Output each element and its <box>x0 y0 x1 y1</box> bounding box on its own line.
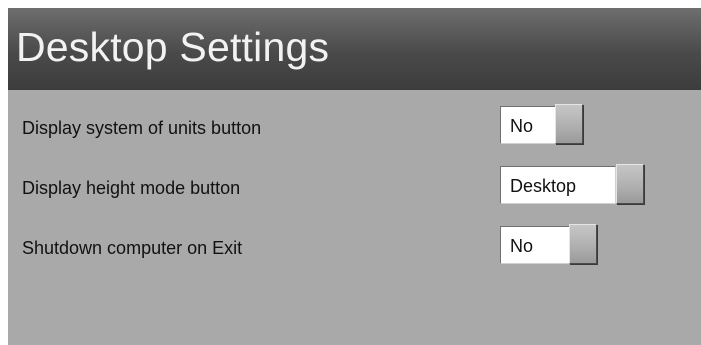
units-button-value-field[interactable]: No <box>500 104 584 144</box>
shutdown-on-exit-value-field[interactable]: No <box>500 224 597 264</box>
page-title: Desktop Settings <box>16 24 330 70</box>
height-mode-toggle[interactable] <box>616 164 644 204</box>
title-bar: Desktop Settings <box>8 8 701 90</box>
shutdown-on-exit-toggle[interactable] <box>569 224 597 264</box>
units-button-value: No <box>510 116 534 136</box>
setting-label-shutdown-on-exit: Shutdown computer on Exit <box>22 238 243 258</box>
setting-row-shutdown-on-exit: Shutdown computer on Exit No <box>8 224 701 266</box>
setting-label-height-mode: Display height mode button <box>22 178 241 198</box>
setting-row-height-mode: Display height mode button Desktop <box>8 164 701 206</box>
setting-row-units-button: Display system of units button No <box>8 104 701 146</box>
units-button-toggle[interactable] <box>555 104 583 144</box>
setting-label-units-button: Display system of units button <box>22 118 262 138</box>
shutdown-on-exit-value: No <box>510 236 534 256</box>
height-mode-value: Desktop <box>510 176 577 196</box>
desktop-settings-window: Desktop Settings Display system of units… <box>8 8 701 345</box>
height-mode-value-field[interactable]: Desktop <box>500 164 644 204</box>
